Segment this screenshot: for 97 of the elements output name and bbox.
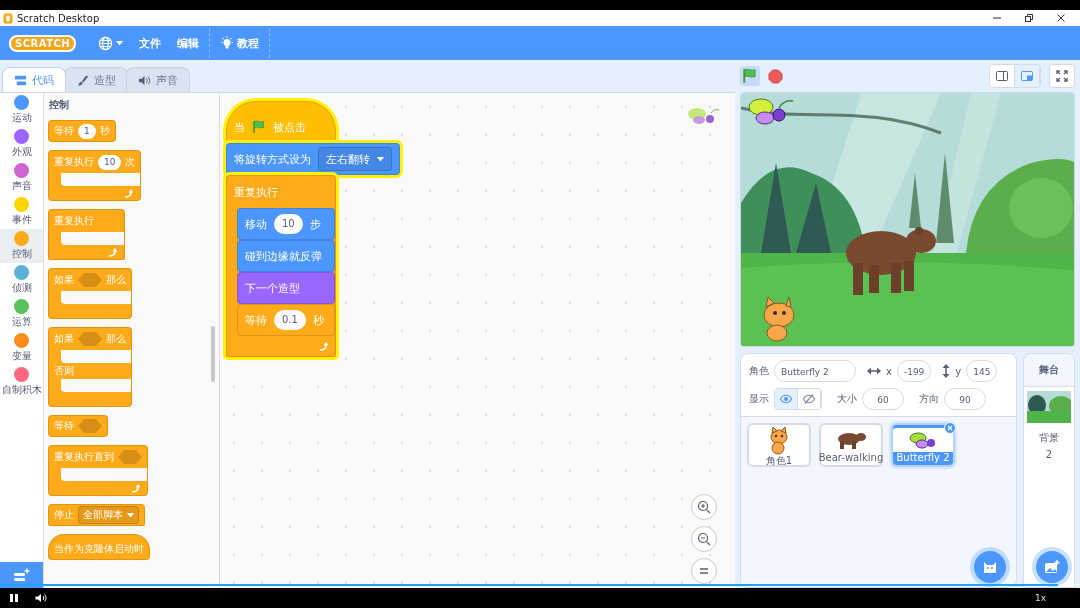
category-item[interactable]: 控制 [0, 229, 43, 263]
pause-icon[interactable] [9, 593, 19, 603]
zoom-out-button[interactable] [691, 526, 717, 552]
eye-slash-icon [803, 394, 815, 404]
sprite-tile[interactable]: Bear-walking [819, 423, 883, 467]
cat-face-icon [982, 559, 998, 575]
number-input[interactable]: 10 [274, 214, 303, 234]
category-item[interactable]: 自制积木 [0, 365, 43, 399]
category-item[interactable]: 外观 [0, 127, 43, 161]
sprite-name: Butterfly 2 [896, 452, 950, 463]
code-block[interactable]: 等待 0.1 秒 [237, 304, 335, 336]
editor-tab[interactable]: 声音 [126, 67, 190, 92]
number-input[interactable]: 10 [98, 154, 122, 170]
sprite-name: Bear-walking [818, 452, 884, 463]
loop-arrow-icon [123, 188, 135, 198]
window-title: Scratch Desktop [17, 12, 100, 24]
zoom-in-icon [697, 500, 711, 514]
add-sprite-button[interactable] [974, 551, 1006, 583]
large-stage-icon [1020, 69, 1034, 83]
caret-icon [377, 156, 384, 162]
cat-icon [767, 427, 791, 455]
butterfly-drawing [748, 98, 794, 125]
close-icon [947, 425, 953, 431]
eye-icon [780, 394, 792, 404]
field-label: 大小 [837, 392, 857, 406]
stop-icon[interactable] [768, 68, 783, 84]
extension-icon [12, 568, 31, 582]
butterfly-icon [685, 105, 721, 127]
category-item[interactable]: 变量 [0, 331, 43, 365]
empty-slot [61, 350, 131, 363]
flag-icon [252, 120, 266, 134]
number-input[interactable]: 1 [78, 123, 96, 139]
lightbulb-icon [220, 35, 235, 51]
dropdown-input[interactable]: 左右翻转 [318, 147, 392, 171]
horizontal-arrow-icon [867, 367, 881, 375]
category-item[interactable]: 声音 [0, 161, 43, 195]
empty-slot [61, 379, 131, 392]
category-item[interactable]: 运动 [0, 93, 43, 127]
app-icon [3, 12, 13, 24]
add-extension-button[interactable] [0, 562, 43, 588]
editor-tab[interactable]: 造型 [64, 67, 128, 92]
zoom-out-icon [697, 532, 711, 546]
bear-icon [836, 431, 866, 449]
brush-icon [76, 73, 89, 87]
caret-icon [127, 512, 134, 518]
cat-drawing [763, 296, 795, 342]
fullscreen-button[interactable] [1049, 64, 1075, 88]
category-heading: 控制 [49, 98, 69, 112]
speaker-icon [138, 73, 151, 87]
volume-icon[interactable] [35, 593, 47, 603]
small-stage-icon [995, 69, 1009, 83]
category-item[interactable]: 侦测 [0, 263, 43, 297]
field-label: 角色 [749, 364, 769, 378]
field-label: 方向 [919, 392, 939, 406]
flag-icon [742, 68, 758, 84]
code-block[interactable]: 等待 1 秒 [48, 120, 116, 142]
field-label: 显示 [749, 392, 769, 406]
backdrop-thumbnail[interactable] [1027, 391, 1071, 423]
sprite-name: 角色1 [765, 454, 793, 468]
show-button[interactable] [775, 389, 798, 409]
loop-arrow-icon [107, 247, 118, 257]
blocks-icon [14, 73, 27, 87]
code-block[interactable]: 重复执行 移动 10 步 碰到边缘就反弹 下一个造型 等待 0.1 秒 [226, 175, 336, 357]
category-item[interactable]: 运算 [0, 297, 43, 331]
globe-icon [98, 35, 114, 51]
fullscreen-icon [1056, 70, 1068, 82]
loop-arrow-icon [130, 483, 141, 493]
playback-speed[interactable]: 1x [1034, 593, 1046, 603]
stage-pane-title: 舞台 [1024, 354, 1074, 387]
field-label: y [955, 365, 962, 377]
sprite-tile[interactable]: 角色1 [747, 423, 811, 467]
empty-slot [61, 232, 124, 245]
code-block[interactable]: 移动 10 步 [237, 208, 335, 240]
stage-layout-button[interactable] [990, 65, 1015, 87]
restore-icon[interactable] [1024, 13, 1034, 23]
code-block[interactable]: 重复执行 10 次 [48, 150, 142, 201]
number-input[interactable]: 0.1 [274, 310, 306, 330]
backdrops-label: 背景 [1039, 431, 1059, 445]
backdrops-count: 2 [1045, 449, 1053, 460]
scrollbar-thumb[interactable] [211, 326, 215, 382]
empty-slot [61, 291, 131, 304]
zoom-in-button[interactable] [691, 494, 717, 520]
delete-button[interactable] [944, 422, 956, 434]
code-block[interactable]: 下一个造型 [237, 272, 335, 304]
start-flag-button[interactable] [740, 66, 760, 86]
picture-icon [1044, 560, 1060, 574]
butterfly-icon [909, 431, 937, 449]
equals-icon [699, 567, 709, 575]
add-backdrop-button[interactable] [1036, 551, 1068, 583]
category-item[interactable]: 事件 [0, 195, 43, 229]
loop-arrow-icon [318, 341, 329, 351]
zoom-reset-button[interactable] [691, 558, 717, 584]
code-block[interactable]: 将旋转方式设为 左右翻转 [226, 143, 400, 175]
close-icon[interactable] [1056, 13, 1066, 23]
field-label: x [886, 365, 892, 377]
vertical-arrow-icon [942, 364, 951, 378]
caret-icon [116, 40, 124, 46]
